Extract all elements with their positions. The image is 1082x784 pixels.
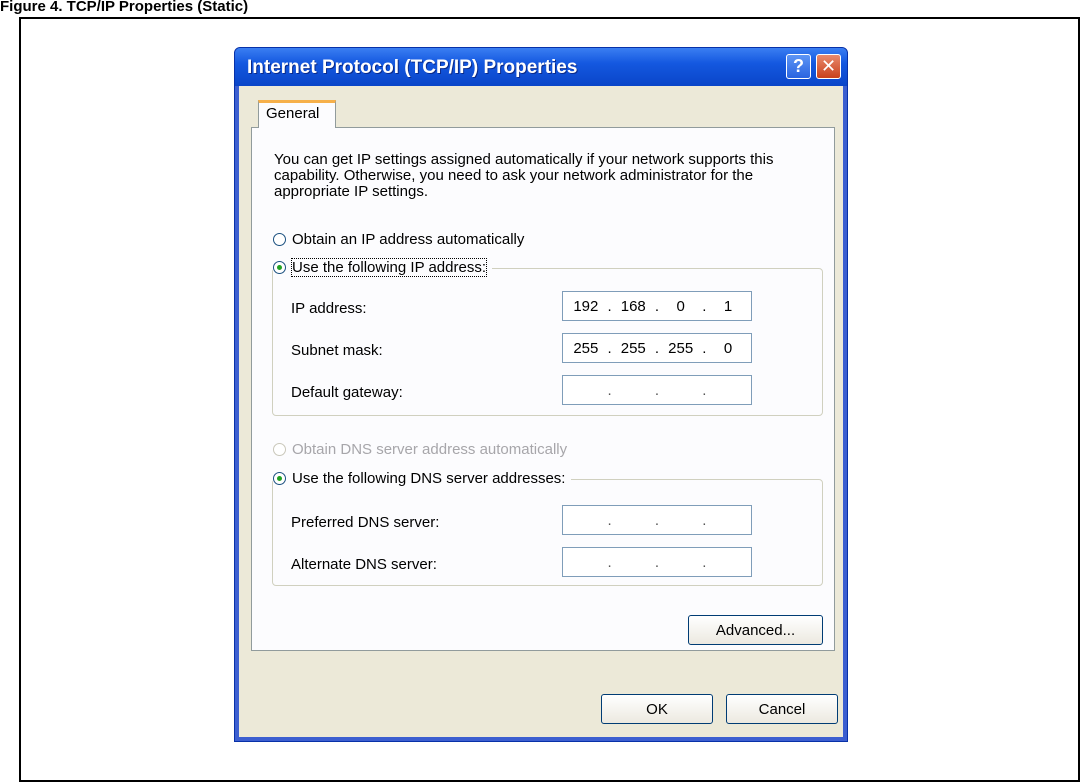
radio-button-unchecked [273, 233, 286, 246]
ip-octet-2: 168 [620, 297, 646, 315]
subnet-mask-field[interactable]: 255. 255. 255. 0 [562, 333, 752, 363]
cancel-button[interactable]: Cancel [726, 694, 838, 724]
close-icon: ✕ [820, 56, 837, 76]
obtain-dns-auto-label: Obtain DNS server address automatically [292, 441, 568, 458]
radio-button-checked [273, 261, 286, 274]
obtain-ip-auto-radio[interactable]: Obtain an IP address automatically [273, 231, 531, 248]
dialog-title: Internet Protocol (TCP/IP) Properties [247, 57, 578, 78]
preferred-dns-field[interactable]: . . . [562, 505, 752, 535]
default-gateway-field[interactable]: . . . [562, 375, 752, 405]
dialog-client-area: General You can get IP settings assigned… [239, 86, 843, 737]
mask-octet-3: 255 [668, 339, 694, 357]
mask-octet-4: 0 [723, 339, 733, 357]
preferred-dns-label: Preferred DNS server: [291, 514, 440, 531]
intro-text: You can get IP settings assigned automat… [274, 151, 774, 200]
tab-general[interactable]: General [258, 100, 336, 128]
use-following-ip-radio[interactable]: Use the following IP address: [273, 258, 492, 277]
obtain-ip-auto-label: Obtain an IP address automatically [292, 231, 525, 248]
mask-octet-2: 255 [620, 339, 646, 357]
ip-octet-3: 0 [676, 297, 685, 315]
mask-octet-1: 255 [573, 339, 599, 357]
alternate-dns-field[interactable]: . . . [562, 547, 752, 577]
ok-button[interactable]: OK [601, 694, 713, 724]
help-button[interactable]: ? [786, 54, 811, 79]
advanced-button[interactable]: Advanced... [688, 615, 823, 645]
ip-octet-4: 1 [723, 297, 733, 315]
ip-address-label: IP address: [291, 300, 367, 317]
general-tab-panel: You can get IP settings assigned automat… [251, 127, 835, 651]
use-following-ip-label: Use the following IP address: [291, 258, 487, 277]
default-gateway-label: Default gateway: [291, 384, 403, 401]
use-following-dns-radio[interactable]: Use the following DNS server addresses: [273, 470, 572, 487]
subnet-mask-label: Subnet mask: [291, 342, 383, 359]
tcpip-properties-dialog: Internet Protocol (TCP/IP) Properties ? … [234, 47, 848, 742]
ip-octet-1: 192 [573, 297, 599, 315]
close-button[interactable]: ✕ [816, 54, 841, 79]
ip-address-field[interactable]: 192. 168. 0. 1 [562, 291, 752, 321]
alternate-dns-label: Alternate DNS server: [291, 556, 437, 573]
radio-button-checked [273, 472, 286, 485]
help-icon: ? [793, 56, 804, 76]
obtain-dns-auto-radio[interactable]: Obtain DNS server address automatically [273, 441, 574, 458]
title-bar[interactable]: Internet Protocol (TCP/IP) Properties ? … [235, 48, 847, 86]
use-following-dns-label: Use the following DNS server addresses: [292, 470, 566, 487]
radio-button-disabled [273, 443, 286, 456]
